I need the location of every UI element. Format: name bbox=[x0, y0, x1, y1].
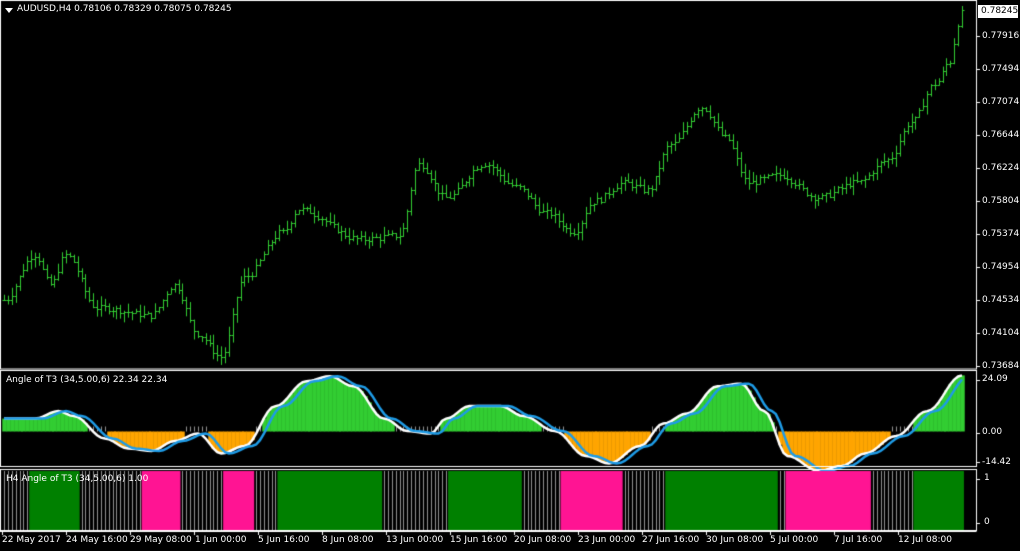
bars-indicator-label: H4 Angle of T3 (34,5.00,6) 1.00 bbox=[6, 474, 149, 484]
price-label: 0.74954 bbox=[982, 262, 1020, 272]
time-label: 7 Jul 16:00 bbox=[834, 535, 883, 545]
time-label: 8 Jun 08:00 bbox=[322, 535, 374, 545]
time-label: 5 Jun 16:00 bbox=[258, 535, 310, 545]
time-label: 20 Jun 08:00 bbox=[514, 535, 572, 545]
time-label: 24 May 16:00 bbox=[66, 535, 128, 545]
bars-scale-label: 0 bbox=[984, 517, 990, 527]
chart-canvas[interactable] bbox=[0, 0, 1020, 551]
main-symbol-label: AUDUSD,H4 0.78106 0.78329 0.78075 0.7824… bbox=[17, 4, 232, 14]
indicator-scale-label: 24.09 bbox=[982, 374, 1008, 384]
time-label: 27 Jun 16:00 bbox=[642, 535, 700, 545]
price-label: 0.74534 bbox=[982, 295, 1020, 305]
price-label: 0.77494 bbox=[982, 64, 1020, 74]
time-label: 5 Jul 00:00 bbox=[770, 535, 819, 545]
price-label: 0.74104 bbox=[982, 328, 1020, 338]
current-price-box: 0.78245 bbox=[978, 5, 1018, 18]
time-label: 13 Jun 00:00 bbox=[386, 535, 444, 545]
price-label: 0.77916 bbox=[982, 31, 1020, 41]
chart-menu-triangle-icon[interactable] bbox=[5, 8, 13, 13]
price-label: 0.75804 bbox=[982, 196, 1020, 206]
price-label: 0.75374 bbox=[982, 229, 1020, 239]
price-label: 0.77074 bbox=[982, 97, 1020, 107]
indicator-scale-label: 0.00 bbox=[982, 427, 1003, 437]
time-label: 23 Jun 00:00 bbox=[578, 535, 636, 545]
price-label: 0.76644 bbox=[982, 130, 1020, 140]
time-label: 29 May 08:00 bbox=[130, 535, 192, 545]
bars-scale-label: 1 bbox=[984, 473, 990, 483]
time-label: 30 Jun 08:00 bbox=[706, 535, 764, 545]
indicator-scale-label: -14.42 bbox=[982, 457, 1012, 467]
price-label: 0.73684 bbox=[982, 361, 1020, 371]
time-label: 15 Jun 16:00 bbox=[450, 535, 508, 545]
time-label: 1 Jun 00:00 bbox=[195, 535, 247, 545]
time-label: 22 May 2017 bbox=[2, 535, 61, 545]
time-label: 12 Jul 08:00 bbox=[898, 535, 952, 545]
price-label: 0.76224 bbox=[982, 163, 1020, 173]
indicator-label: Angle of T3 (34,5.00,6) 22.34 22.34 bbox=[6, 375, 168, 385]
